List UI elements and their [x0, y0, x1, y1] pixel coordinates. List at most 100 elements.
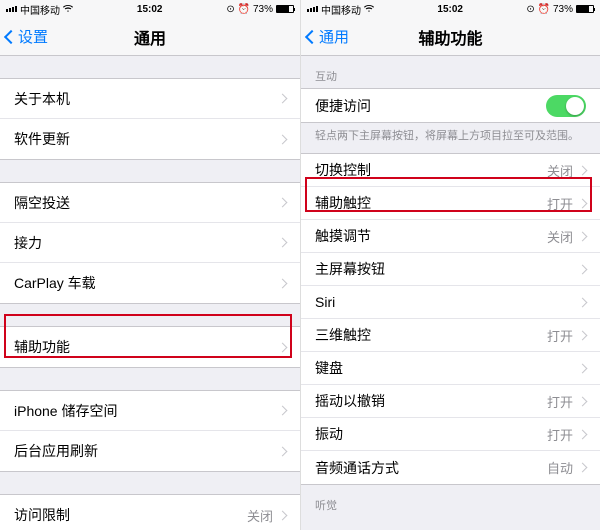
row-label: Siri	[315, 294, 335, 310]
alarm-icon: ⊙ ⏰	[226, 4, 250, 15]
row-value: 关闭	[547, 161, 573, 180]
row-value: 打开	[547, 392, 573, 411]
chevron-right-icon	[278, 238, 288, 248]
chevron-right-icon	[278, 198, 288, 208]
row-background-refresh[interactable]: 后台应用刷新	[0, 431, 300, 471]
row-label: 辅助功能	[14, 337, 70, 357]
chevron-right-icon	[278, 510, 288, 520]
reachability-footnote: 轻点两下主屏幕按钮，将屏幕上方项目拉至可及范围。	[301, 123, 600, 153]
reachability-toggle[interactable]	[546, 95, 586, 117]
row-accessibility[interactable]: 辅助功能	[0, 327, 300, 367]
chevron-left-icon	[4, 29, 18, 43]
row-label: 便捷访问	[315, 96, 371, 116]
row-assistivetouch[interactable]: 辅助触控 打开	[301, 187, 600, 220]
chevron-left-icon	[305, 29, 319, 43]
row-siri[interactable]: Siri	[301, 286, 600, 319]
row-label: 三维触控	[315, 325, 371, 345]
row-software-update[interactable]: 软件更新	[0, 119, 300, 159]
page-title: 辅助功能	[418, 25, 482, 49]
status-bar: 中国移动 15:02 ⊙ ⏰ 73%	[301, 0, 600, 18]
row-value: 打开	[547, 425, 573, 444]
battery-pct: 73%	[253, 4, 273, 15]
row-about[interactable]: 关于本机	[0, 79, 300, 119]
chevron-right-icon	[578, 165, 588, 175]
row-value: 打开	[547, 194, 573, 213]
alarm-icon: ⊙ ⏰	[526, 4, 550, 15]
carrier-label: 中国移动	[321, 2, 361, 17]
back-label: 设置	[18, 26, 48, 47]
row-label: 关于本机	[14, 89, 70, 109]
chevron-right-icon	[278, 406, 288, 416]
chevron-right-icon	[578, 396, 588, 406]
chevron-right-icon	[278, 94, 288, 104]
row-call-audio-routing[interactable]: 音频通话方式 自动	[301, 451, 600, 484]
battery-icon	[276, 5, 294, 13]
row-storage[interactable]: iPhone 储存空间	[0, 391, 300, 431]
row-label: 触摸调节	[315, 226, 371, 246]
carrier-label: 中国移动	[20, 2, 60, 17]
chevron-right-icon	[278, 446, 288, 456]
row-label: 隔空投送	[14, 193, 70, 213]
row-keyboard[interactable]: 键盘	[301, 352, 600, 385]
group-restrictions: 访问限制 关闭	[0, 494, 300, 530]
row-home-button[interactable]: 主屏幕按钮	[301, 253, 600, 286]
row-label: 软件更新	[14, 129, 70, 149]
row-label: 摇动以撤销	[315, 391, 385, 411]
battery-pct: 73%	[553, 4, 573, 15]
page-title: 通用	[134, 25, 166, 49]
row-value: 关闭	[547, 227, 573, 246]
row-label: 音频通话方式	[315, 458, 399, 478]
row-carplay[interactable]: CarPlay 车载	[0, 263, 300, 303]
row-reachability[interactable]: 便捷访问	[301, 89, 600, 122]
chevron-right-icon	[578, 330, 588, 340]
row-3d-touch[interactable]: 三维触控 打开	[301, 319, 600, 352]
row-label: 后台应用刷新	[14, 441, 98, 461]
row-label: CarPlay 车载	[14, 273, 96, 293]
signal-icon	[307, 6, 318, 12]
chevron-right-icon	[578, 463, 588, 473]
row-label: 接力	[14, 233, 42, 253]
row-vibration[interactable]: 振动 打开	[301, 418, 600, 451]
row-shake-to-undo[interactable]: 摇动以撤销 打开	[301, 385, 600, 418]
row-touch-accommodations[interactable]: 触摸调节 关闭	[301, 220, 600, 253]
chevron-right-icon	[578, 297, 588, 307]
chevron-right-icon	[278, 134, 288, 144]
chevron-right-icon	[278, 278, 288, 288]
row-handoff[interactable]: 接力	[0, 223, 300, 263]
phone-right: 中国移动 15:02 ⊙ ⏰ 73% 通用 辅助功能 互动 便捷访问 轻点两下主…	[300, 0, 600, 530]
battery-icon	[576, 5, 594, 13]
section-header-interaction: 互动	[301, 56, 600, 88]
status-time: 15:02	[437, 4, 463, 15]
back-button[interactable]: 设置	[6, 26, 48, 47]
row-value: 关闭	[247, 506, 273, 525]
chevron-right-icon	[278, 342, 288, 352]
row-restrictions[interactable]: 访问限制 关闭	[0, 495, 300, 530]
wifi-icon	[63, 5, 73, 13]
group-reachability: 便捷访问	[301, 88, 600, 123]
content-area: 互动 便捷访问 轻点两下主屏幕按钮，将屏幕上方项目拉至可及范围。 切换控制 关闭…	[301, 56, 600, 530]
row-airdrop[interactable]: 隔空投送	[0, 183, 300, 223]
row-label: 主屏幕按钮	[315, 259, 385, 279]
back-label: 通用	[319, 26, 349, 47]
phone-left: 中国移动 15:02 ⊙ ⏰ 73% 设置 通用 关于本机 软件更新	[0, 0, 300, 530]
row-label: 辅助触控	[315, 193, 371, 213]
row-label: 键盘	[315, 358, 343, 378]
chevron-right-icon	[578, 198, 588, 208]
nav-bar: 设置 通用	[0, 18, 300, 56]
row-label: iPhone 储存空间	[14, 401, 117, 421]
signal-icon	[6, 6, 17, 12]
group-accessibility: 辅助功能	[0, 326, 300, 368]
status-bar: 中国移动 15:02 ⊙ ⏰ 73%	[0, 0, 300, 18]
row-label: 切换控制	[315, 160, 371, 180]
wifi-icon	[364, 5, 374, 13]
row-switch-control[interactable]: 切换控制 关闭	[301, 154, 600, 187]
section-header-hearing: 听觉	[301, 485, 600, 517]
back-button[interactable]: 通用	[307, 26, 349, 47]
nav-bar: 通用 辅助功能	[301, 18, 600, 56]
chevron-right-icon	[578, 429, 588, 439]
row-value: 打开	[547, 326, 573, 345]
group-interaction-rows: 切换控制 关闭 辅助触控 打开 触摸调节 关闭 主屏幕按钮 Siri 三维触控	[301, 153, 600, 485]
row-label: 振动	[315, 424, 343, 444]
group-connectivity: 隔空投送 接力 CarPlay 车载	[0, 182, 300, 304]
row-value: 自动	[547, 458, 573, 477]
